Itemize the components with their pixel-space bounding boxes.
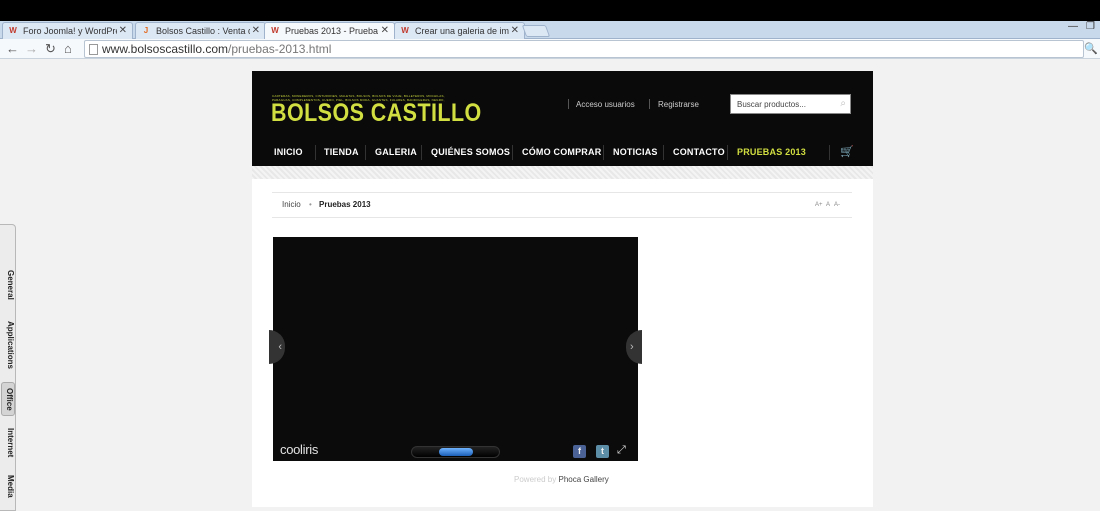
gallery-scrollbar[interactable]	[411, 446, 500, 458]
divider	[603, 145, 604, 160]
nav-inicio[interactable]: INICIO	[274, 147, 303, 157]
nav-tienda[interactable]: TIENDA	[324, 147, 359, 157]
tab-pruebas-2013[interactable]: W Pruebas 2013 - Prueba 2013 ✕	[264, 22, 395, 40]
breadcrumb-current: Pruebas 2013	[319, 200, 371, 209]
register-link[interactable]: Registrarse	[658, 100, 699, 109]
window-title-bar	[0, 0, 1100, 21]
close-tab-icon[interactable]: ✕	[119, 25, 127, 36]
divider	[649, 99, 650, 109]
cooliris-logo[interactable]: cooliris	[280, 442, 318, 457]
divider	[272, 192, 852, 193]
divider	[727, 145, 728, 160]
address-bar[interactable]: www.bolsoscastillo.com/pruebas-2013.html	[84, 40, 1084, 58]
powered-by: Powered by Phoca Gallery	[514, 475, 609, 484]
product-search-input[interactable]: Buscar productos... ⌕	[730, 94, 851, 114]
tab-crear-galeria[interactable]: W Crear una galeria de imágenes ✕	[394, 22, 525, 39]
nav-noticias[interactable]: NOTICIAS	[613, 147, 658, 157]
breadcrumb-home[interactable]: Inicio	[282, 200, 301, 209]
login-link[interactable]: Acceso usuarios	[576, 100, 635, 109]
divider	[568, 99, 569, 109]
nav-galeria[interactable]: GALERIA	[375, 147, 417, 157]
gallery-next-button[interactable]: ›	[626, 330, 642, 364]
close-tab-icon[interactable]: ✕	[511, 25, 519, 36]
wp-favicon-icon: W	[271, 26, 279, 35]
breadcrumb-separator: •	[309, 200, 312, 209]
decorative-stripe	[252, 166, 873, 179]
divider	[272, 217, 852, 218]
cooliris-gallery[interactable]: ‹ › cooliris f t ⤢	[269, 237, 642, 461]
divider	[663, 145, 664, 160]
toolbar: ← → ↻ ⌂ www.bolsoscastillo.com/pruebas-2…	[0, 39, 1100, 59]
phoca-gallery-link[interactable]: Phoca Gallery	[558, 475, 608, 484]
close-tab-icon[interactable]: ✕	[381, 25, 389, 36]
search-placeholder: Buscar productos...	[737, 100, 806, 109]
wp-favicon-icon: W	[401, 26, 409, 35]
tab-title: Crear una galeria de imágenes	[415, 26, 509, 36]
wp-favicon-icon: W	[9, 26, 17, 35]
divider	[512, 145, 513, 160]
browser-window: W Foro Joomla! y WordPress ✕ J Bolsos Ca…	[0, 0, 1100, 511]
divider	[365, 145, 366, 160]
cart-icon[interactable]: 🛒	[840, 145, 854, 158]
tab-title: Pruebas 2013 - Prueba 2013	[285, 26, 379, 36]
reload-icon[interactable]: ↻	[45, 40, 56, 58]
minimize-icon[interactable]: —	[1068, 21, 1078, 32]
dock-tab-general[interactable]: General	[1, 265, 15, 305]
joomla-favicon-icon: J	[143, 26, 149, 35]
site-container: CARTERAS, MONEDEROS, CINTURONES, MALETAS…	[252, 71, 873, 507]
nav-pruebas-2013[interactable]: PRUEBAS 2013	[737, 147, 806, 157]
gallery-scroll-thumb[interactable]	[439, 448, 473, 456]
font-decrease-button[interactable]: A-	[834, 202, 840, 208]
home-icon[interactable]: ⌂	[64, 40, 72, 58]
url-domain: www.bolsoscastillo.com	[102, 42, 229, 56]
font-increase-button[interactable]: A+	[815, 202, 823, 208]
zoom-icon[interactable]: 🔍	[1084, 42, 1098, 55]
tab-strip: W Foro Joomla! y WordPress ✕ J Bolsos Ca…	[0, 21, 1100, 40]
facebook-icon[interactable]: f	[573, 445, 586, 458]
back-icon[interactable]: ←	[6, 40, 19, 58]
divider	[829, 145, 830, 160]
site-logo[interactable]: BOLSOS CASTILLO	[271, 99, 482, 128]
url-path: /pruebas-2013.html	[228, 42, 332, 56]
new-tab-button[interactable]	[521, 25, 551, 37]
divider	[315, 145, 316, 160]
font-reset-button[interactable]: A	[826, 202, 830, 208]
main-nav: INICIO TIENDA GALERIA QUIÉNES SOMOS CÓMO…	[252, 141, 873, 166]
nav-como-comprar[interactable]: CÓMO COMPRAR	[522, 147, 601, 157]
dock-tab-applications[interactable]: Applications	[1, 317, 15, 373]
powered-prefix: Powered by	[514, 475, 557, 484]
gallery-prev-button[interactable]: ‹	[269, 330, 285, 364]
restore-icon[interactable]: ❐	[1086, 21, 1095, 32]
dock-tab-media[interactable]: Media	[1, 471, 15, 501]
forward-icon[interactable]: →	[25, 40, 38, 58]
tab-title: Foro Joomla! y WordPress	[23, 26, 117, 36]
fullscreen-icon[interactable]: ⤢	[617, 444, 626, 457]
close-tab-icon[interactable]: ✕	[252, 25, 260, 36]
twitter-icon[interactable]: t	[596, 445, 609, 458]
site-header: CARTERAS, MONEDEROS, CINTURONES, MALETAS…	[252, 71, 873, 166]
nav-quienes-somos[interactable]: QUIÉNES SOMOS	[431, 147, 510, 157]
tab-bolsos-castillo[interactable]: J Bolsos Castillo : Venta de b ✕	[135, 22, 266, 39]
side-dock: General Applications Office Internet Med…	[0, 224, 16, 511]
search-icon[interactable]: ⌕	[840, 98, 846, 109]
tab-title: Bolsos Castillo : Venta de b	[156, 26, 250, 36]
page-icon	[89, 44, 98, 55]
dock-tab-office[interactable]: Office	[1, 382, 15, 416]
nav-contacto[interactable]: CONTACTO	[673, 147, 725, 157]
tab-foro-joomla[interactable]: W Foro Joomla! y WordPress ✕	[2, 22, 133, 39]
divider	[421, 145, 422, 160]
dock-tab-internet[interactable]: Internet	[1, 423, 15, 463]
